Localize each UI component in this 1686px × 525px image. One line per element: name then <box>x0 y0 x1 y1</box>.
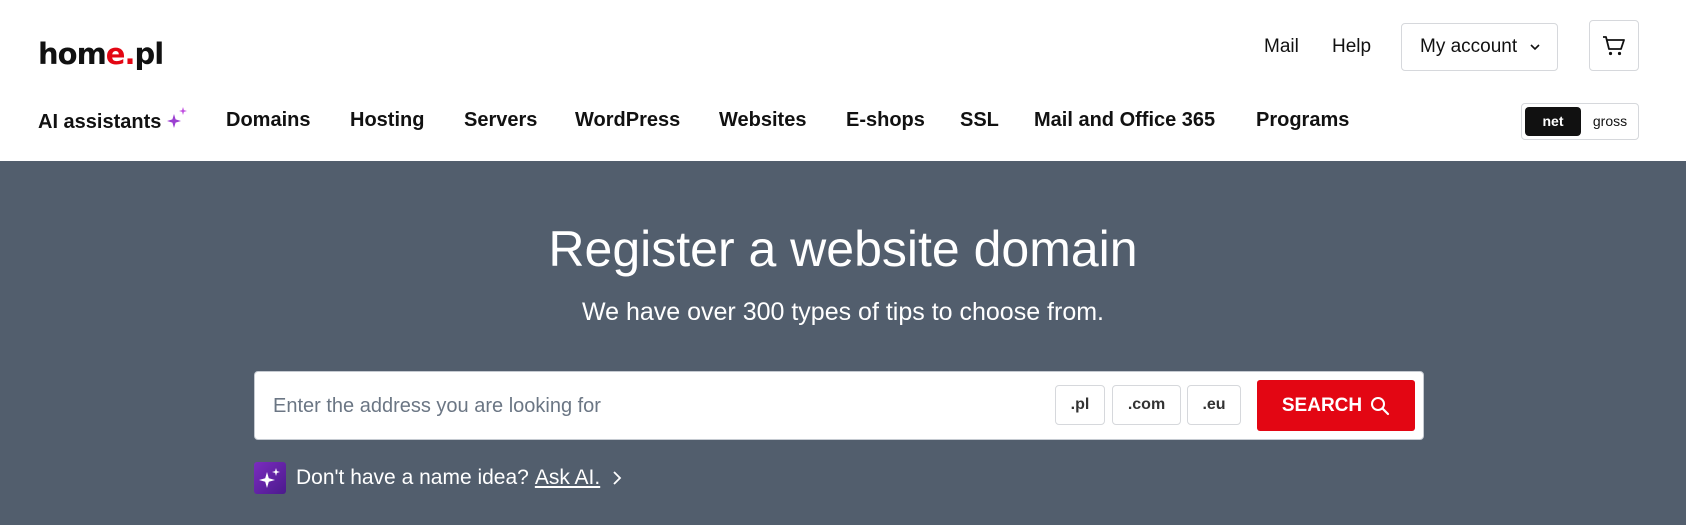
ask-ai-link[interactable]: Ask AI. <box>535 463 600 493</box>
gross-price-option[interactable]: gross <box>1584 107 1636 136</box>
domain-search-hero: Register a website domain We have over 3… <box>0 161 1686 525</box>
nav-item-mail-office[interactable]: Mail and Office 365 <box>1034 106 1215 134</box>
net-price-option[interactable]: net <box>1525 107 1581 136</box>
search-icon <box>1371 396 1390 415</box>
chevron-down-icon <box>1530 44 1540 51</box>
mail-link[interactable]: Mail <box>1264 32 1299 62</box>
tld-com-button[interactable]: .com <box>1112 385 1181 425</box>
sparkle-icon <box>259 468 280 488</box>
my-account-button[interactable]: My account <box>1401 23 1558 71</box>
main-nav: AI assistants Domains Hosting Servers Wo… <box>0 98 1686 144</box>
tld-eu-button[interactable]: .eu <box>1187 385 1241 425</box>
hero-subtitle: We have over 300 types of tips to choose… <box>581 298 1105 326</box>
nav-item-e-shops[interactable]: E-shops <box>846 106 925 134</box>
chevron-right-icon[interactable] <box>612 471 622 485</box>
nav-item-servers[interactable]: Servers <box>464 106 537 134</box>
my-account-label: My account <box>1420 36 1518 57</box>
ai-prompt-text: Don't have a name idea? <box>296 466 529 489</box>
domain-search-box: .pl .com .eu SEARCH <box>254 371 1424 440</box>
nav-item-domains[interactable]: Domains <box>226 106 310 134</box>
nav-item-hosting[interactable]: Hosting <box>350 106 424 134</box>
site-header: home.pl Mail Help My account AI assistan… <box>0 0 1686 160</box>
nav-item-programs[interactable]: Programs <box>1256 106 1349 134</box>
search-button[interactable]: SEARCH <box>1257 380 1415 431</box>
domain-search-input[interactable] <box>273 384 1033 428</box>
nav-item-websites[interactable]: Websites <box>719 106 806 134</box>
ai-sparkle-badge <box>254 462 286 494</box>
ask-ai-prompt: Don't have a name idea? Ask AI. <box>254 461 622 495</box>
nav-item-wordpress[interactable]: WordPress <box>575 106 680 134</box>
sparkle-icon <box>167 107 188 128</box>
logo[interactable]: home.pl <box>38 34 164 74</box>
tld-pl-button[interactable]: .pl <box>1055 385 1105 425</box>
help-link[interactable]: Help <box>1332 32 1371 62</box>
price-toggle: net gross <box>1521 103 1639 140</box>
nav-item-ai-assistants[interactable]: AI assistants <box>38 106 189 136</box>
search-button-label: SEARCH <box>1281 394 1363 416</box>
cart-button[interactable] <box>1589 20 1639 71</box>
nav-item-ssl[interactable]: SSL <box>960 106 999 134</box>
page-title: Register a website domain <box>548 221 1138 277</box>
cart-icon <box>1603 35 1625 55</box>
